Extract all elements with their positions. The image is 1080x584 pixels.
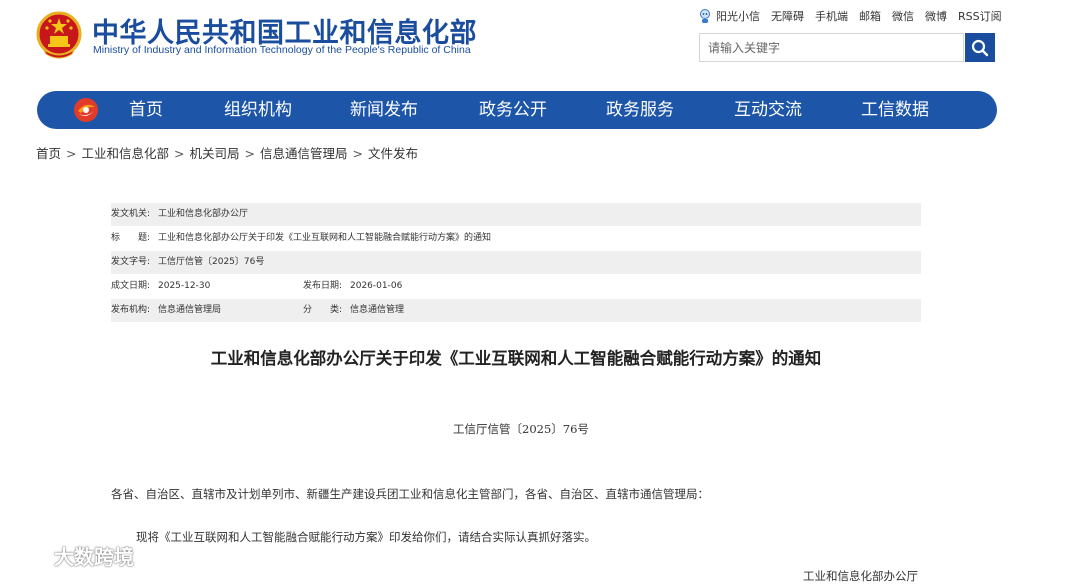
breadcrumb-separator: > bbox=[174, 146, 185, 161]
top-link-accessibility[interactable]: 无障碍 bbox=[771, 8, 804, 24]
nav-interaction[interactable]: 互动交流 bbox=[734, 91, 802, 129]
meta-label: 成文日期: bbox=[111, 281, 151, 291]
document-title: 工业和信息化部办公厅关于印发《工业互联网和人工智能融合赋能行动方案》的通知 bbox=[210, 349, 822, 368]
top-link-wechat[interactable]: 微信 bbox=[892, 8, 914, 24]
breadcrumb-departments[interactable]: 机关司局 bbox=[190, 146, 240, 161]
meta-category: 信息通信管理 bbox=[350, 305, 405, 315]
watermark: 大数跨境 bbox=[10, 541, 134, 570]
meta-created-date: 2025-12-30 bbox=[158, 281, 211, 291]
meta-org: 信息通信管理局 bbox=[158, 305, 222, 315]
meta-label: 发布日期: bbox=[303, 281, 343, 291]
breadcrumb-documents[interactable]: 文件发布 bbox=[368, 146, 418, 161]
robot-assistant-icon[interactable] bbox=[698, 8, 712, 24]
meta-issuer: 工业和信息化部办公厅 bbox=[158, 209, 249, 219]
meta-docno: 工信厅信管〔2025〕76号 bbox=[158, 257, 265, 267]
site-subtitle-en: Ministry of Industry and Information Tec… bbox=[93, 44, 471, 56]
search-button[interactable] bbox=[965, 33, 995, 62]
nav-news[interactable]: 新闻发布 bbox=[350, 91, 418, 129]
nav-data[interactable]: 工信数据 bbox=[861, 91, 929, 129]
nav-home[interactable]: 首页 bbox=[129, 91, 163, 129]
document-addressee: 各省、自治区、直辖市及计划单列市、新疆生产建设兵团工业和信息化主管部门，各省、自… bbox=[111, 487, 709, 501]
search-icon bbox=[971, 39, 989, 56]
top-link-mobile[interactable]: 手机端 bbox=[815, 8, 848, 24]
meta-title: 工业和信息化部办公厅关于印发《工业互联网和人工智能融合赋能行动方案》的通知 bbox=[158, 233, 492, 243]
miit-logo-icon[interactable] bbox=[73, 97, 99, 123]
top-link-weibo[interactable]: 微博 bbox=[925, 8, 947, 24]
nav-government-affairs[interactable]: 政务公开 bbox=[479, 91, 547, 129]
document-signature: 工业和信息化部办公厅 bbox=[803, 569, 918, 583]
breadcrumb-separator: > bbox=[352, 146, 363, 161]
document-metadata: 发文机关: 工业和信息化部办公厅 标 题: 工业和信息化部办公厅关于印发《工业互… bbox=[111, 203, 921, 323]
top-link-sunshine-xiaoxin[interactable]: 阳光小信 bbox=[716, 8, 760, 24]
watermark-text: 大数跨境 bbox=[54, 545, 134, 569]
top-link-rss[interactable]: RSS订阅 bbox=[958, 8, 1002, 24]
nav-organization[interactable]: 组织机构 bbox=[224, 91, 292, 129]
meta-label: 发布机构: bbox=[111, 305, 151, 315]
top-links: 阳光小信 无障碍 手机端 邮箱 微信 微博 RSS订阅 bbox=[698, 8, 1002, 24]
meta-label: 标 题: bbox=[111, 233, 151, 243]
meta-published-date: 2026-01-06 bbox=[350, 281, 403, 291]
watermark-logo-icon bbox=[12, 546, 45, 567]
nav-services[interactable]: 政务服务 bbox=[606, 91, 674, 129]
search-input[interactable] bbox=[700, 34, 956, 61]
meta-row-title: 标 题: 工业和信息化部办公厅关于印发《工业互联网和人工智能融合赋能行动方案》的… bbox=[111, 227, 921, 250]
breadcrumb-separator: > bbox=[66, 146, 77, 161]
meta-row-issuer: 发文机关: 工业和信息化部办公厅 bbox=[111, 203, 921, 226]
meta-label: 发文机关: bbox=[111, 209, 151, 219]
meta-label: 分 类: bbox=[303, 305, 343, 315]
meta-label: 发文字号: bbox=[111, 257, 151, 267]
breadcrumb-home[interactable]: 首页 bbox=[36, 146, 61, 161]
meta-row-dates: 成文日期: 2025-12-30 发布日期: 2026-01-06 bbox=[111, 275, 921, 298]
search-box bbox=[699, 33, 964, 62]
national-emblem-icon bbox=[36, 11, 82, 59]
site-header: 中华人民共和国工业和信息化部 Ministry of Industry and … bbox=[0, 0, 1080, 90]
document-body: 现将《工业互联网和人工智能融合赋能行动方案》印发给你们，请结合实际认真抓好落实。 bbox=[136, 530, 596, 544]
top-link-mail[interactable]: 邮箱 bbox=[859, 8, 881, 24]
breadcrumb-separator: > bbox=[244, 146, 255, 161]
document-number: 工信厅信管〔2025〕76号 bbox=[453, 422, 589, 436]
meta-row-docno: 发文字号: 工信厅信管〔2025〕76号 bbox=[111, 251, 921, 274]
breadcrumb-ministry[interactable]: 工业和信息化部 bbox=[82, 146, 170, 161]
breadcrumb-ict-bureau[interactable]: 信息通信管理局 bbox=[260, 146, 348, 161]
breadcrumb: 首页 > 工业和信息化部 > 机关司局 > 信息通信管理局 > 文件发布 bbox=[36, 143, 418, 162]
meta-row-org: 发布机构: 信息通信管理局 分 类: 信息通信管理 bbox=[111, 299, 921, 322]
main-nav: 首页 组织机构 新闻发布 政务公开 政务服务 互动交流 工信数据 bbox=[37, 91, 997, 129]
